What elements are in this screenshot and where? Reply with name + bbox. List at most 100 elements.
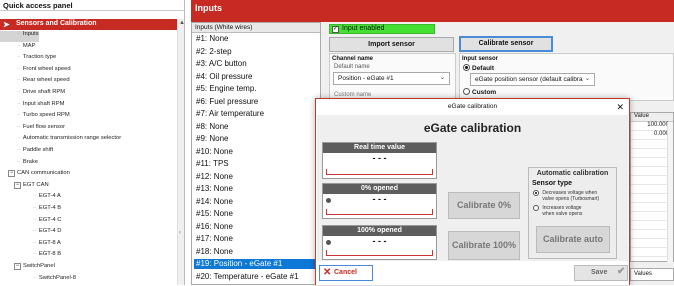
input-list-item[interactable]: #7: Air temperature xyxy=(194,109,319,119)
calibrate-0-button[interactable]: Calibrate 0% xyxy=(448,192,520,219)
input-list-item[interactable]: #12: None xyxy=(194,172,319,182)
tree-item[interactable]: ·· Input shaft RPM xyxy=(0,101,64,112)
input-list-item[interactable]: #16: None xyxy=(194,222,319,232)
input-enabled-checkbox[interactable]: ✓ Input enabled xyxy=(329,24,435,34)
opened-0-box: 0% opened - - - xyxy=(322,183,437,219)
input-enabled-label: Input enabled xyxy=(342,25,385,32)
calibrate-sensor-button[interactable]: Calibrate sensor xyxy=(459,36,553,52)
realtime-label: Real time value xyxy=(323,143,436,153)
input-list-item[interactable]: #13: None xyxy=(194,184,319,194)
tree-scrollbar[interactable]: ▲ ‹ xyxy=(177,19,185,285)
input-list-item[interactable]: #14: None xyxy=(194,197,319,207)
close-icon[interactable]: ✕ xyxy=(616,99,624,115)
input-list-item[interactable]: #8: None xyxy=(194,122,319,132)
tree-item[interactable]: ·· Brake xyxy=(0,159,38,170)
tree-item[interactable]: ·· EGT-4 D xyxy=(0,228,61,239)
collapse-icon[interactable]: − xyxy=(14,181,21,189)
input-list-item[interactable]: #1: None xyxy=(194,34,319,44)
tree-item-sensors-calibration[interactable]: ➤ Sensors and Calibration xyxy=(0,19,178,30)
scroll-handle-icon[interactable]: ‹ xyxy=(179,230,181,236)
values-field[interactable]: Values xyxy=(630,268,674,281)
tree-item[interactable]: ·· EGT-8 A xyxy=(0,240,61,251)
tree-item[interactable]: ·· Inputs xyxy=(0,31,39,42)
tree-item-label: SwitchPanel-8 xyxy=(38,274,76,281)
tree-item-label: Rear wheel speed xyxy=(22,77,70,84)
tree-item[interactable]: ·· MAP xyxy=(0,43,35,54)
calibrate-auto-button[interactable]: Calibrate auto xyxy=(536,226,610,253)
tree-item[interactable]: ·· EGT-4 C xyxy=(0,217,61,228)
tree-item[interactable]: ·· Drive shaft RPM xyxy=(0,89,65,100)
decrease-voltage-radio[interactable]: Decreases voltage when valve opens (Turb… xyxy=(533,190,599,202)
scroll-up-icon[interactable]: ▲ xyxy=(179,20,185,26)
default-name-dropdown[interactable]: Position - eGate #1 ⌄ xyxy=(333,72,450,85)
tree-item-label: EGT-4 A xyxy=(38,193,61,200)
tree-item[interactable]: ·· EGT-8 B xyxy=(0,251,61,262)
calibrate-100-button[interactable]: Calibrate 100% xyxy=(448,231,520,260)
tree-item[interactable]: ·· Turbo speed RPM xyxy=(0,112,70,123)
tree-item[interactable]: ·· Front wheel speed xyxy=(0,66,71,77)
tree-item[interactable]: − SwitchPanel xyxy=(0,263,55,274)
tree-item-label: Brake xyxy=(22,158,39,165)
input-list-item[interactable]: #3: A/C button xyxy=(194,59,319,69)
tree-item[interactable]: − EGT CAN xyxy=(0,181,49,193)
input-list-item[interactable]: #10: None xyxy=(194,147,319,157)
sensor-dropdown[interactable]: eGate position sensor (default calibra ⌄ xyxy=(470,73,595,86)
input-list-item[interactable]: #11: TPS xyxy=(194,159,319,169)
tree-item[interactable]: ·· Automatic transmission range selector xyxy=(0,135,121,146)
chevron-down-icon: ⌄ xyxy=(584,76,590,82)
tree-item[interactable]: ·· Fuel flow sensor xyxy=(0,124,65,135)
input-list-item[interactable]: #20: Temperature - eGate #1 xyxy=(194,272,319,282)
tree-connector-icon: ·· xyxy=(17,89,21,95)
tree-item-label: CAN communication xyxy=(17,170,70,177)
input-list-item[interactable]: #9: None xyxy=(194,134,319,144)
tree-item[interactable]: ·· SwitchPanel-8 xyxy=(0,275,76,286)
tree-item-label: Turbo speed RPM xyxy=(22,112,70,119)
tree-item-label: EGT-4 C xyxy=(38,216,62,223)
input-list-item[interactable]: #17: None xyxy=(194,234,319,244)
default-sensor-radio[interactable]: Default xyxy=(463,64,494,72)
tree-connector-icon: ·· xyxy=(33,193,37,200)
quick-access-panel: Quick access panel ➤ Sensors and Calibra… xyxy=(0,0,185,285)
input-sensor-panel: Input sensor Default eGate position sens… xyxy=(459,53,674,101)
tree-item[interactable]: ·· Rear wheel speed xyxy=(0,77,70,88)
tree-connector-icon: ·· xyxy=(17,123,21,130)
tree-item-label: Fuel flow sensor xyxy=(22,123,66,130)
tree-connector-icon: ·· xyxy=(33,216,37,223)
tree-connector-icon: ·· xyxy=(17,112,21,119)
realtime-value: - - - xyxy=(372,153,387,163)
increase-voltage-radio[interactable]: Increases voltage when valve opens xyxy=(533,205,582,217)
default-radio-label: Default xyxy=(472,65,495,72)
radio-selected-icon xyxy=(463,64,470,71)
tree-item[interactable]: ·· EGT-4 A xyxy=(0,193,61,204)
tree-item[interactable]: ·· Traction type xyxy=(0,54,56,65)
table-scrollbar[interactable] xyxy=(667,122,673,262)
collapse-icon[interactable]: − xyxy=(14,263,21,270)
opened-100-bar xyxy=(326,250,433,256)
cancel-button[interactable]: ✕ Cancel xyxy=(319,265,373,281)
custom-sensor-radio[interactable]: Custom xyxy=(463,88,496,96)
tree-item[interactable]: ·· EGT-4 B xyxy=(0,205,61,216)
import-sensor-button[interactable]: Import sensor xyxy=(329,37,454,52)
tree-connector-icon: ·· xyxy=(33,251,37,258)
save-button[interactable]: Save ✔ xyxy=(574,265,628,281)
tree-item-label: SwitchPanel xyxy=(23,263,55,269)
opened-0-label: 0% opened xyxy=(323,184,436,194)
input-list-item[interactable]: #19: Position - eGate #1 xyxy=(194,259,319,269)
sensor-value: eGate position sensor (default calibra xyxy=(475,76,583,83)
input-list-item[interactable]: #2: 2-step xyxy=(194,47,319,57)
channel-name-label: Channel name xyxy=(332,56,374,62)
input-list-item[interactable]: #18: None xyxy=(194,247,319,257)
default-name-label: Default name xyxy=(334,64,370,70)
input-list-item[interactable]: #5: Engine temp. xyxy=(194,84,319,94)
input-list-item[interactable]: #15: None xyxy=(194,209,319,219)
collapse-icon[interactable]: − xyxy=(8,170,15,178)
realtime-bar xyxy=(326,169,433,175)
channel-name-panel: Channel name Default name Position - eGa… xyxy=(329,53,456,101)
input-list-item[interactable]: #6: Fuel pressure xyxy=(194,97,319,107)
input-list-item[interactable]: #4: Oil pressure xyxy=(194,72,319,82)
tree-item[interactable]: − CAN communication xyxy=(0,170,70,181)
checkmark-icon: ✓ xyxy=(332,26,339,33)
tree-item-label: MAP xyxy=(22,42,36,49)
tree-item[interactable]: ·· Paddle shift xyxy=(0,147,53,158)
dialog-body: eGate calibration Real time value - - - … xyxy=(317,115,628,261)
